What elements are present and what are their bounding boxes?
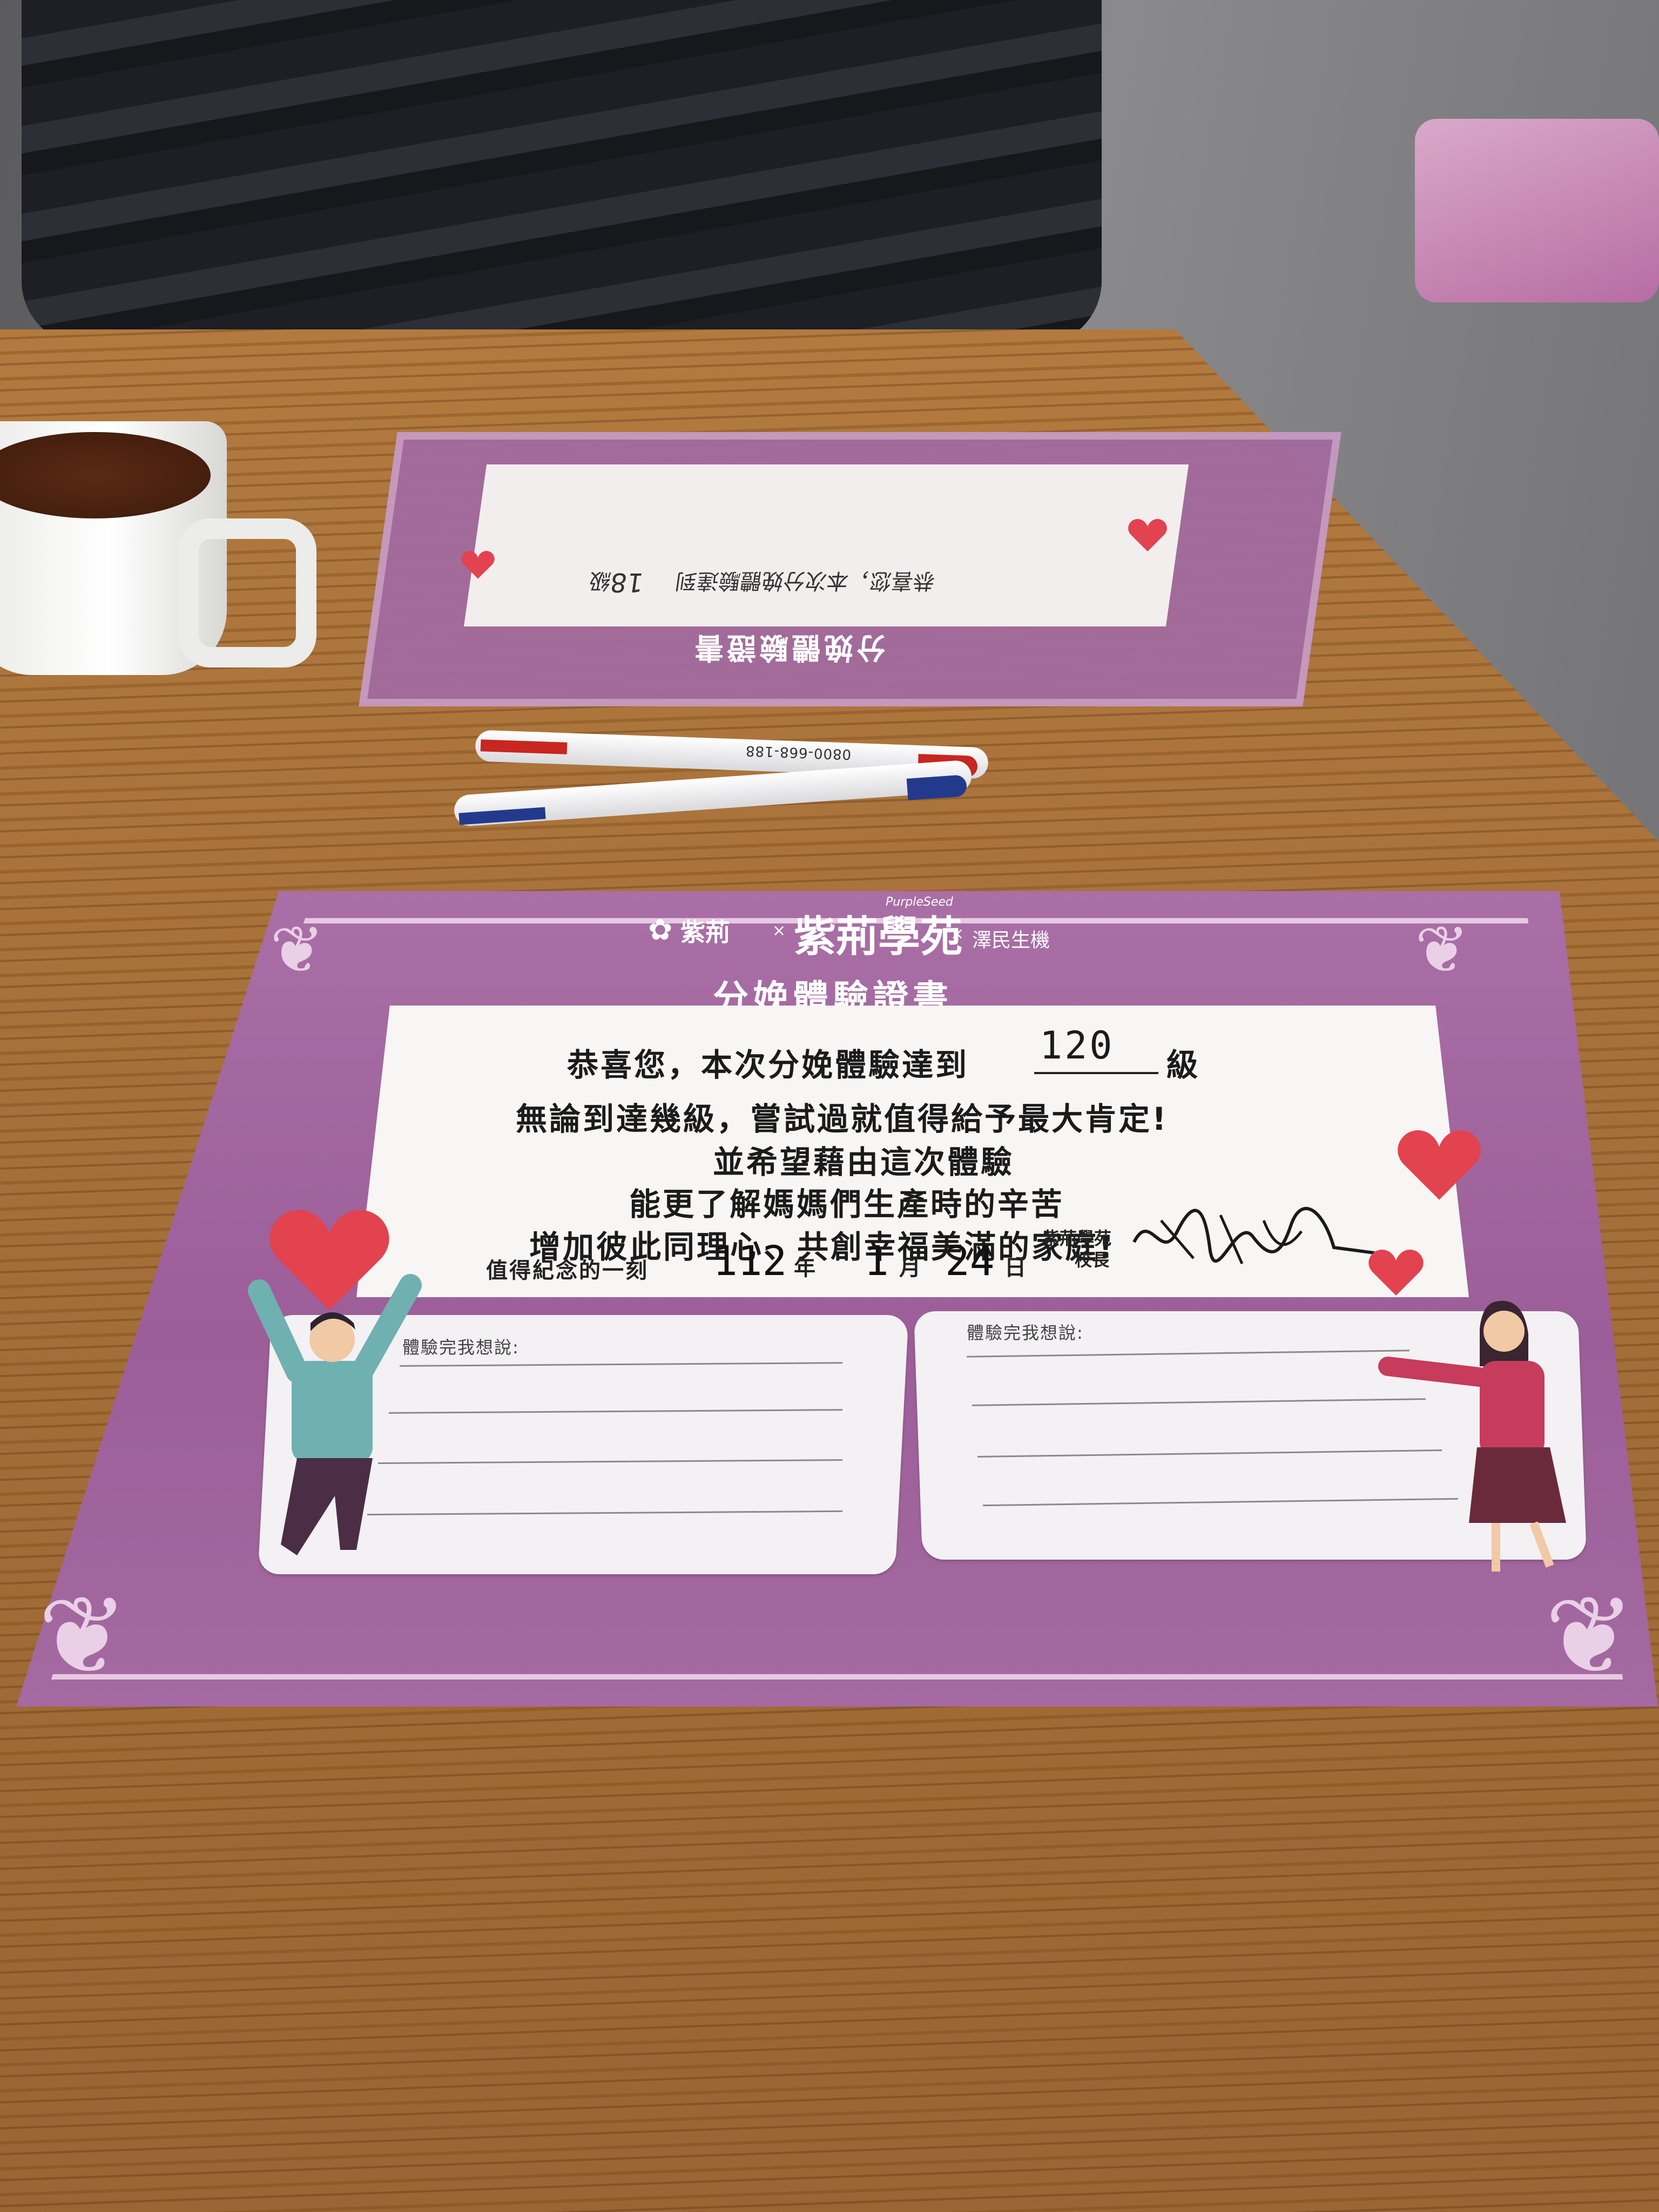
far-certificate-title: 分娩體驗證書 [691, 631, 886, 665]
brand-separator-2: × [950, 925, 965, 943]
principal-signature [1132, 1206, 1375, 1265]
handwritten-day: 24 [945, 1237, 995, 1285]
pink-pouch [1415, 119, 1659, 302]
handwritten-month: 1 [864, 1237, 889, 1285]
flower-logo-icon: ✿ [648, 913, 673, 947]
line-4: 能更了解媽媽們生產時的辛苦 [629, 1186, 1065, 1223]
cup-handle [178, 518, 316, 667]
heart-icon [1398, 1130, 1481, 1200]
brand-center: 紫荊學苑 [794, 913, 963, 961]
woman-figure [1378, 1300, 1566, 1572]
line-1-before: 恭喜您，本次分娩體驗達到 [567, 1047, 969, 1083]
far-certificate-panel: 恭喜您，本次分娩體驗達到 18 級 [463, 464, 1189, 626]
lace-corner-bottom-right-icon: ❦ [1545, 1573, 1635, 1699]
brand-right: 澤民生機 [972, 929, 1050, 952]
lace-corner-top-left-icon: ❦ [270, 913, 325, 988]
handwritten-level: 120 [1040, 1023, 1115, 1068]
far-line-1: 恭喜您，本次分娩體驗達到 [673, 568, 937, 593]
comment-box-right-label: 體驗完我想說: [967, 1323, 1084, 1343]
day-label: 日 [1004, 1256, 1026, 1280]
heart-icon [461, 551, 495, 579]
memorial-label: 值得紀念的一刻 [486, 1258, 649, 1283]
lace-corner-top-right-icon: ❦ [1415, 913, 1469, 988]
brand-separator-1: × [772, 921, 786, 940]
month-label: 月 [899, 1256, 921, 1280]
far-level: 18 [608, 567, 646, 597]
line-1-after: 級 [1166, 1047, 1201, 1083]
man-figure [248, 1274, 422, 1555]
photo-scene: 恭喜您，本次分娩體驗達到 18 級 分娩體驗證書 0800-668-188 ❦ … [0, 0, 1659, 2212]
brand-left: 紫荊 [680, 918, 730, 947]
blue-pen-tip [906, 774, 968, 800]
heart-icon [1128, 519, 1167, 552]
far-level-unit: 級 [587, 568, 613, 593]
line-3: 並希望藉由這次體驗 [713, 1144, 1015, 1181]
year-label: 年 [794, 1256, 815, 1280]
handwritten-year: 112 [713, 1237, 787, 1285]
person-in-jacket [22, 0, 1102, 346]
line-2: 無論到達幾級，嘗試過就值得給予最大肯定! [516, 1101, 1169, 1137]
level-underline [1034, 1072, 1158, 1074]
principal-title: 校長 [1075, 1250, 1110, 1270]
lace-corner-bottom-left-icon: ❦ [38, 1573, 129, 1699]
